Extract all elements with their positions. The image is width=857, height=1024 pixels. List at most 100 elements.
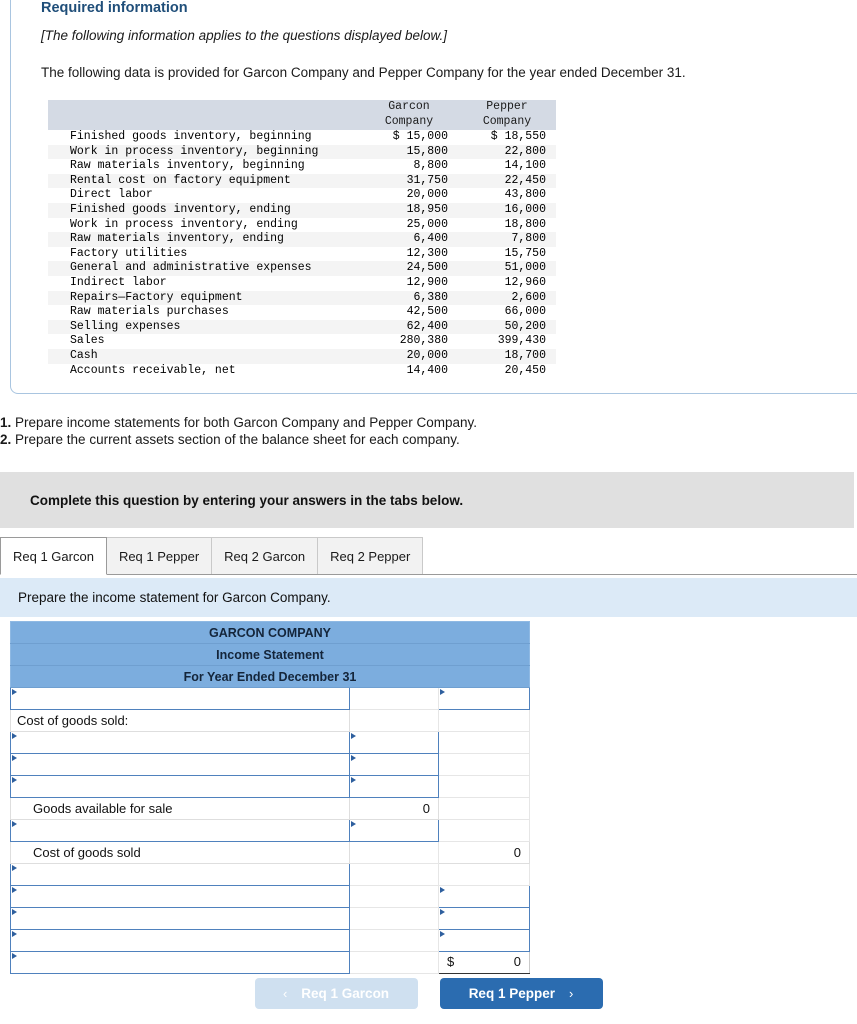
tab-req-2-garcon[interactable]: Req 2 Garcon [211,537,319,574]
form-row-blank [10,907,530,930]
next-req-button[interactable]: Req 1 Pepper › [439,978,603,1009]
account-select-cell[interactable] [10,775,350,798]
table-row: Finished goods inventory, ending 18,950 16… [48,202,556,218]
form-header-row: GARCON COMPANY [10,621,530,644]
form-row-blank [10,753,530,776]
amount-input-col3[interactable] [438,929,530,952]
chevron-left-icon: ‹ [282,986,288,1001]
amount-input-col3[interactable] [438,687,530,710]
row-label: Indirect labor [70,275,167,289]
amount-cell-col2 [349,841,439,864]
page-title: Required information [41,0,188,16]
account-select-cell[interactable] [10,885,350,908]
account-select-cell[interactable] [10,731,350,754]
account-select-cell[interactable] [10,819,350,842]
data-table-corner [48,100,360,130]
amount-input-col2[interactable] [349,819,439,842]
net-income-cell: $ 0 [438,951,530,974]
row-label: Sales [70,334,105,348]
account-select-cell[interactable] [10,929,350,952]
row-value-garcon: 6,400 [413,232,448,246]
amount-cell-col2 [349,709,439,732]
row-value-garcon: 25,000 [406,217,448,231]
row-value-pepper: 12,960 [504,275,546,289]
row-label: Finished goods inventory, beginning [70,130,312,143]
tab-instruction-banner: Prepare the income statement for Garcon … [0,578,857,617]
prev-req-label: Req 1 Garcon [301,986,390,1001]
account-select-cell[interactable] [10,907,350,930]
row-value-pepper: 7,800 [511,232,546,246]
table-row: Work in process inventory, beginning 15,8… [48,144,556,160]
row-value-garcon: 6,380 [413,290,448,304]
row-label: Raw materials purchases [70,305,229,319]
data-col-header-garcon-line1: Garcon [360,100,458,115]
data-table-body: Finished goods inventory, beginning $ 15,… [48,130,556,379]
account-select-cell[interactable] [10,951,350,974]
tab-req-1-pepper[interactable]: Req 1 Pepper [105,537,213,574]
row-value-garcon: 18,950 [406,202,448,216]
row-value-pepper: 14,100 [504,159,546,173]
row-value-garcon: 12,900 [406,275,448,289]
row-label: Work in process inventory, ending [70,217,298,231]
row-value-garcon: 20,000 [406,188,448,202]
row-value-garcon: 42,500 [406,305,448,319]
prev-req-button[interactable]: ‹ Req 1 Garcon [254,978,418,1009]
form-row-blank [10,819,530,842]
amount-input-col3[interactable] [438,907,530,930]
row-value-garcon: 62,400 [406,319,448,333]
amount-cell-col3 [438,775,530,798]
form-row-net-income: $ 0 [10,951,530,974]
table-row: Indirect labor 12,900 12,960 [48,275,556,291]
account-select-cell[interactable] [10,753,350,776]
income-statement-table: GARCON COMPANY Income Statement For Year… [10,621,530,974]
tab-navigation: ‹ Req 1 Garcon Req 1 Pepper › [0,978,857,1009]
amount-input-col2[interactable] [349,731,439,754]
row-value-pepper: 50,200 [504,319,546,333]
form-header-row: For Year Ended December 31 [10,665,530,688]
row-label: Raw materials inventory, beginning [70,159,305,173]
row-label: Finished goods inventory, ending [70,202,291,216]
amount-cell-col3 [438,819,530,842]
amount-input-col3[interactable] [438,885,530,908]
row-value-garcon: 24,500 [406,261,448,275]
tab-req-2-pepper[interactable]: Req 2 Pepper [317,537,424,574]
amount-cell-col3 [438,797,530,820]
row-value-pepper: 22,800 [504,144,546,158]
table-row: Cash 20,000 18,700 [48,348,556,364]
data-col-header-garcon-line2: Company [360,115,458,130]
requirement-tabs: Req 1 Garcon Req 1 Pepper Req 2 Garcon Req … [0,537,857,575]
net-income-value: 0 [513,954,521,969]
row-label: Work in process inventory, beginning [70,144,319,158]
goods-available-value: 0 [349,797,439,820]
table-row: Factory utilities 12,300 15,750 [48,246,556,262]
row-label: Raw materials inventory, ending [70,232,284,246]
table-row: General and administrative expenses 24,50… [48,261,556,276]
row-value-garcon: 8,800 [413,159,448,173]
row-value-pepper: 18,800 [504,217,546,231]
row-value-garcon: 15,800 [406,144,448,158]
income-statement-form: GARCON COMPANY Income Statement For Year… [10,621,530,974]
intro-text: The following data is provided for Garco… [41,65,686,80]
amount-input-col2[interactable] [349,775,439,798]
company-data-table: Garcon Pepper Company Company Finished g… [48,100,556,379]
page-root: Required information [The following info… [0,0,857,1024]
amount-cell-col2 [349,687,439,710]
row-value-pepper: $ 18,550 [490,130,546,143]
account-select-cell[interactable] [10,863,350,886]
table-row: Repairs—Factory equipment 6,380 2,600 [48,290,556,306]
table-row: Raw materials inventory, beginning 8,800 1… [48,159,556,174]
currency-symbol: $ [447,954,455,969]
account-select-cell[interactable] [10,687,350,710]
amount-input-col2[interactable] [349,753,439,776]
table-row: Raw materials inventory, ending 6,400 7,80… [48,232,556,247]
form-row-blank [10,929,530,952]
cogs-total-value: 0 [438,841,530,864]
requirements-list: 1. Prepare income statements for both Ga… [0,415,857,449]
amount-cell-col3 [438,709,530,732]
requirement-number: 1. [0,415,12,430]
requirement-text: Prepare the current assets section of th… [11,432,460,447]
amount-cell-col2 [349,863,439,886]
amount-cell-col2 [349,907,439,930]
table-row: Selling expenses 62,400 50,200 [48,319,556,335]
tab-req-1-garcon[interactable]: Req 1 Garcon [0,537,107,575]
